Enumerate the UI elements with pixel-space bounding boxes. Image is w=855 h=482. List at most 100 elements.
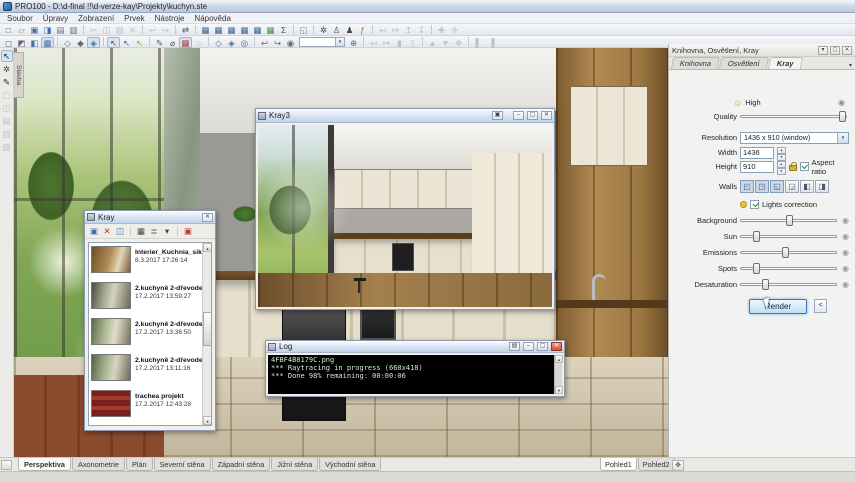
slider-handle[interactable] xyxy=(839,111,846,122)
list-view-icon[interactable]: ≣ xyxy=(148,225,160,237)
tab-perspektiva[interactable]: Perspektiva xyxy=(18,458,71,471)
save-render-icon[interactable]: ▣ xyxy=(492,111,503,120)
view-textures-icon[interactable]: ▩ xyxy=(41,37,54,48)
wall-button-4[interactable]: ◲ xyxy=(785,180,799,193)
tab-kray[interactable]: Kray xyxy=(768,57,803,69)
tab-vychodni-stena[interactable]: Východní stěna xyxy=(319,458,381,471)
snap-icon[interactable]: ✲ xyxy=(317,24,330,35)
color-sphere-icon[interactable]: ◉ xyxy=(842,280,849,289)
pencil-tool-icon[interactable]: ✎ xyxy=(1,76,13,88)
tab-osvetleni[interactable]: Osvětlení xyxy=(719,57,769,69)
chevron-down-icon[interactable]: ▾ xyxy=(849,62,852,69)
lights-correction-checkbox[interactable] xyxy=(750,200,759,209)
close-icon[interactable]: ✕ xyxy=(842,46,852,55)
menu-prvek[interactable]: Prvek xyxy=(119,14,149,23)
tab-pohled1[interactable]: Pohled1 xyxy=(600,458,637,471)
reset-view-icon[interactable]: ◉ xyxy=(284,37,297,48)
gallery-item[interactable]: trachea projekt 17.2.2017 12:35:41 xyxy=(89,423,211,426)
tab-severni-stena[interactable]: Severní stěna xyxy=(154,458,211,471)
edges-on-icon[interactable]: ◈ xyxy=(87,37,100,48)
gallery-item[interactable]: trachea projekt 17.2.2017 12:43:28 xyxy=(89,387,211,423)
gallery-item[interactable]: Interier_Kuchnia_siku-calvad 8.3.2017 17… xyxy=(89,243,211,279)
wall-button-3[interactable]: ◱ xyxy=(770,180,784,193)
wall-button-6[interactable]: ◨ xyxy=(815,180,829,193)
slider-handle[interactable] xyxy=(786,215,793,226)
scroll-down-icon[interactable]: ▼ xyxy=(555,386,563,394)
pan-view-icon[interactable]: ✥ xyxy=(672,460,684,471)
center-view-icon[interactable]: ◇ xyxy=(212,37,225,48)
collapse-button[interactable]: < xyxy=(814,299,827,313)
scrollbar-thumb[interactable] xyxy=(203,312,212,346)
log-title-bar[interactable]: Log ▤ – ▢ ✕ xyxy=(266,341,564,353)
scroll-down-icon[interactable]: ▼ xyxy=(203,416,212,425)
stop-icon[interactable]: ▣ xyxy=(182,225,194,237)
close-icon[interactable]: ✕ xyxy=(551,342,562,351)
gallery-item[interactable]: 2.kuchyně 2-dřevodekor_7 17.2.2017 13:59… xyxy=(89,279,211,315)
select-tool-icon[interactable]: ↖ xyxy=(1,50,13,62)
color-sphere-icon[interactable]: ◉ xyxy=(842,216,849,225)
wall-button-2[interactable]: ◳ xyxy=(755,180,769,193)
gallery-title-bar[interactable]: Kray ✕ xyxy=(85,211,215,224)
menu-zobrazeni[interactable]: Zobrazení xyxy=(73,14,119,23)
slider-handle[interactable] xyxy=(782,247,789,258)
chevron-down-icon[interactable]: ▾ xyxy=(335,38,344,46)
paint-icon[interactable]: ✎ xyxy=(153,37,166,48)
color-sphere-icon[interactable]: ◉ xyxy=(842,264,849,273)
minimize-icon[interactable]: – xyxy=(513,111,524,120)
close-icon[interactable]: ✕ xyxy=(541,111,552,120)
gallery-icon[interactable]: ◱ xyxy=(297,24,310,35)
slider-handle[interactable] xyxy=(762,279,769,290)
transparency-icon[interactable]: ◌ xyxy=(192,37,205,48)
edges-soft-icon[interactable]: ◆ xyxy=(74,37,87,48)
view-sketch-icon[interactable]: ◩ xyxy=(15,37,28,48)
gallery-item[interactable]: 2.kuchyně 2-dřevodekor_6 17.2.2017 13:36… xyxy=(89,315,211,351)
select-texture-icon[interactable]: ↖ xyxy=(120,37,133,48)
tab-scroll-button[interactable] xyxy=(1,460,12,470)
view-wireframe-icon[interactable]: ◻ xyxy=(2,37,15,48)
figure-icon[interactable]: ♙ xyxy=(330,24,343,35)
slider-handle[interactable] xyxy=(753,263,760,274)
tab-zapadni-stena[interactable]: Západní stěna xyxy=(212,458,271,471)
wall-button-1[interactable]: ◰ xyxy=(740,180,754,193)
resolution-select[interactable]: 1436 x 910 (window) ▾ xyxy=(740,132,849,144)
tab-jizni-stena[interactable]: Jižní stěna xyxy=(271,458,318,471)
gallery-item[interactable]: 2.kuchyně 2-dřevodekor_6 17.2.2017 13:11… xyxy=(89,351,211,387)
fit-view-icon[interactable]: ◈ xyxy=(225,37,238,48)
wall-button-5[interactable]: ◧ xyxy=(800,180,814,193)
color-sphere-icon[interactable]: ◉ xyxy=(842,248,849,257)
chevron-down-icon[interactable]: ▾ xyxy=(837,133,848,143)
tab-plan[interactable]: Plán xyxy=(126,458,153,471)
menu-nastroje[interactable]: Nástroje xyxy=(150,14,190,23)
width-field[interactable] xyxy=(740,147,774,159)
render-button[interactable]: Render xyxy=(749,299,807,314)
color-sphere-icon[interactable]: ◉ xyxy=(842,232,849,241)
zoom-combo[interactable]: ▾ xyxy=(299,37,345,47)
float-panel-icon[interactable]: ◻ xyxy=(830,46,840,55)
scroll-up-icon[interactable]: ▲ xyxy=(203,243,212,252)
plugin-icon[interactable]: ◉ xyxy=(838,98,845,107)
tab-pohled2[interactable]: Pohled2 xyxy=(638,458,675,471)
tab-axonometrie[interactable]: Axonometrie xyxy=(72,458,125,471)
emissions-slider[interactable] xyxy=(740,247,837,258)
width-stepper[interactable]: ▲ ▼ xyxy=(777,147,786,159)
snap-tool-icon[interactable]: ✲ xyxy=(1,63,13,75)
menu-soubor[interactable]: Soubor xyxy=(2,14,38,23)
select-element-icon[interactable]: ↖ xyxy=(107,37,120,48)
height-field[interactable] xyxy=(740,161,774,173)
spin-down-icon[interactable]: ▼ xyxy=(777,168,786,175)
image-view-icon[interactable]: ▦ xyxy=(135,225,147,237)
grid-icon[interactable]: ▦ xyxy=(179,37,192,48)
sun-slider[interactable] xyxy=(740,231,837,242)
aspect-ratio-checkbox[interactable] xyxy=(800,162,809,171)
minimize-icon[interactable]: – xyxy=(523,342,534,351)
rotate-right-icon[interactable]: ↪ xyxy=(271,37,284,48)
maximize-icon[interactable]: ▢ xyxy=(527,111,538,120)
maximize-icon[interactable]: ▢ xyxy=(537,342,548,351)
list-dropdown-icon[interactable]: ▾ xyxy=(161,225,173,237)
tab-knihovna[interactable]: Knihovna xyxy=(671,57,721,69)
menu-upravy[interactable]: Úpravy xyxy=(38,14,73,23)
left-dock-tab-stavba[interactable]: Stavba xyxy=(14,52,24,98)
zoom-icon[interactable]: ⊕ xyxy=(347,37,360,48)
desaturation-slider[interactable] xyxy=(740,279,837,290)
edges-off-icon[interactable]: ◇ xyxy=(61,37,74,48)
